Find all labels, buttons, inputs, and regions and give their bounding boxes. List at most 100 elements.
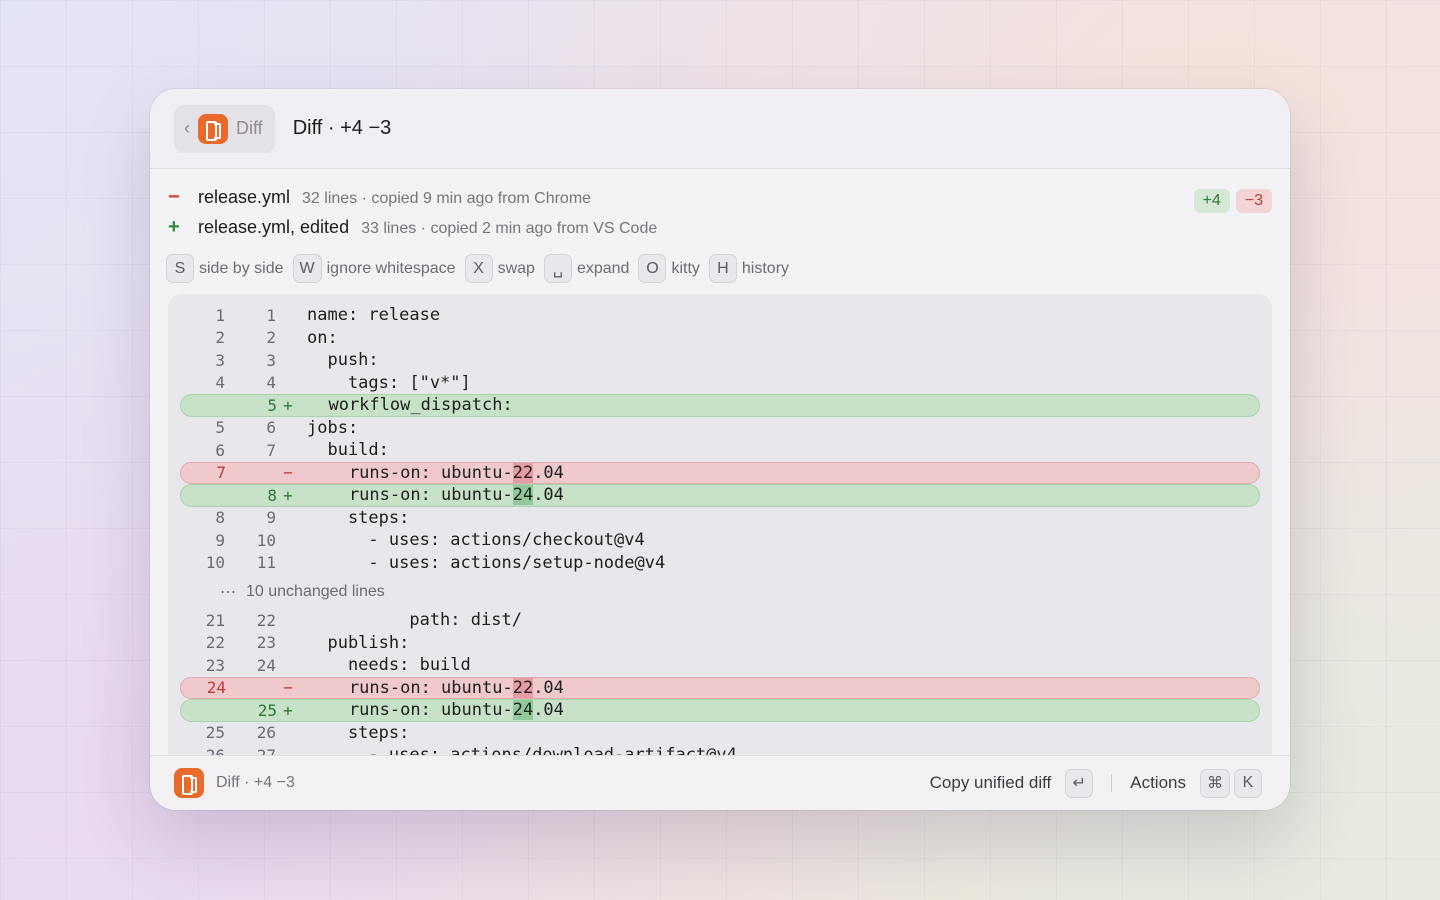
code-text-suffix: .04 bbox=[533, 485, 564, 506]
shortcut-key-kitty[interactable]: O bbox=[638, 254, 667, 283]
footer: Diff · +4 −3 Copy unified diff ↵ Actions… bbox=[150, 755, 1290, 810]
code-text: on: bbox=[307, 327, 338, 348]
old-file-row: − release.yml 32 lines · copied 9 min ag… bbox=[166, 186, 1272, 216]
code-text: runs-on: ubuntu-22.04 bbox=[308, 677, 564, 698]
diff-row-added[interactable]: 5 + workflow_dispatch: bbox=[180, 394, 1260, 417]
new-line-number: 1 bbox=[266, 305, 276, 325]
diff-row[interactable]: 2 2 on: bbox=[180, 327, 1260, 350]
new-file-meta: 33 lines · copied 2 min ago from VS Code bbox=[361, 220, 658, 237]
file-info: − release.yml 32 lines · copied 9 min ag… bbox=[166, 186, 1272, 246]
shortcut-label-swap[interactable]: swap bbox=[498, 260, 535, 278]
new-line-number: 2 bbox=[266, 328, 276, 348]
code-text-suffix: .04 bbox=[533, 677, 564, 698]
collapsed-lines-button[interactable]: ⋯ 10 unchanged lines bbox=[180, 574, 1260, 609]
old-line-number: 4 bbox=[215, 373, 225, 393]
shortcut-label-side-by-side[interactable]: side by side bbox=[199, 260, 284, 278]
old-file-meta: 32 lines · copied 9 min ago from Chrome bbox=[302, 190, 592, 207]
ellipsis-icon: ⋯ bbox=[220, 583, 236, 601]
code-text: path: dist/ bbox=[307, 610, 522, 631]
shortcut-label-expand[interactable]: expand bbox=[577, 260, 630, 278]
diff-row-removed[interactable]: 24 − runs-on: ubuntu-22.04 bbox=[180, 676, 1260, 699]
code-text: build: bbox=[307, 440, 389, 461]
code-text: jobs: bbox=[307, 417, 359, 438]
diff-row-added[interactable]: 25 + runs-on: ubuntu-24.04 bbox=[180, 699, 1260, 722]
new-line-number: 24 bbox=[256, 655, 276, 675]
code-text: - uses: actions/setup-node@v4 bbox=[307, 552, 666, 573]
old-line-number: 6 bbox=[215, 440, 225, 460]
new-line-number: 4 bbox=[266, 373, 276, 393]
new-line-number: 7 bbox=[266, 440, 276, 460]
shortcut-bar: S side by side W ignore whitespace X swa… bbox=[166, 254, 793, 283]
old-line-number: 24 bbox=[206, 678, 226, 698]
chevron-left-icon: ‹ bbox=[184, 118, 190, 138]
old-line-number: 22 bbox=[205, 633, 225, 653]
code-text: - uses: actions/checkout@v4 bbox=[307, 530, 645, 551]
diff-row[interactable]: 23 24 needs: build bbox=[180, 654, 1260, 677]
plus-icon: + bbox=[168, 216, 180, 238]
new-line-number: 3 bbox=[266, 350, 276, 370]
old-line-number: 21 bbox=[205, 610, 225, 630]
shortcut-key-swap[interactable]: X bbox=[464, 254, 493, 283]
deletions-badge: −3 bbox=[1235, 189, 1272, 213]
diff-row[interactable]: 8 9 steps: bbox=[180, 507, 1260, 530]
shortcut-label-kitty[interactable]: kitty bbox=[671, 260, 699, 278]
old-line-number: 3 bbox=[215, 350, 225, 370]
old-line-number: 7 bbox=[216, 463, 226, 483]
code-text: steps: bbox=[307, 507, 410, 528]
diff-row-removed[interactable]: 7 − runs-on: ubuntu-22.04 bbox=[180, 461, 1260, 484]
old-line-number: 5 bbox=[215, 418, 225, 438]
old-line-number: 25 bbox=[205, 723, 225, 743]
diff-row-added[interactable]: 8 + runs-on: ubuntu-24.04 bbox=[180, 484, 1260, 507]
code-text-prefix: runs-on: ubuntu- bbox=[308, 677, 513, 698]
diff-app-icon bbox=[174, 768, 204, 798]
k-key[interactable]: K bbox=[1234, 768, 1262, 798]
additions-badge: +4 bbox=[1193, 189, 1230, 213]
new-line-number: 10 bbox=[256, 530, 276, 550]
old-file-name: release.yml bbox=[198, 187, 291, 207]
new-line-number: 25 bbox=[257, 700, 277, 720]
new-line-number: 11 bbox=[256, 553, 276, 573]
new-line-number: 5 bbox=[267, 395, 277, 415]
new-file-row: + release.yml, edited 33 lines · copied … bbox=[166, 216, 1272, 246]
code-text-prefix: runs-on: ubuntu- bbox=[308, 462, 513, 483]
diff-view[interactable]: 1 1 name: release 2 2 on: 3 3 push: 4 4 tags: ["v… bbox=[168, 294, 1272, 756]
changed-token: 22 bbox=[512, 462, 534, 483]
diff-row[interactable]: 4 4 tags: ["v*"] bbox=[180, 372, 1260, 395]
shortcut-key-history[interactable]: H bbox=[708, 254, 737, 283]
diff-row[interactable]: 5 6 jobs: bbox=[180, 417, 1260, 440]
diff-row[interactable]: 3 3 push: bbox=[180, 349, 1260, 372]
new-line-number: 26 bbox=[256, 723, 276, 743]
new-line-number: 6 bbox=[266, 418, 276, 438]
back-button-label: Diff bbox=[236, 118, 263, 138]
diff-row[interactable]: 21 22 path: dist/ bbox=[180, 609, 1260, 632]
diff-row[interactable]: 25 26 steps: bbox=[180, 722, 1260, 745]
old-line-number: 8 bbox=[215, 508, 225, 528]
page-title: Diff · +4 −3 bbox=[292, 117, 392, 139]
diff-row[interactable]: 10 11 - uses: actions/setup-node@v4 bbox=[180, 552, 1260, 575]
code-text: steps: bbox=[307, 722, 410, 743]
command-key-icon[interactable]: ⌘ bbox=[1200, 768, 1230, 798]
minus-icon: − bbox=[168, 186, 180, 208]
old-line-number: 1 bbox=[215, 305, 225, 325]
old-line-number: 23 bbox=[205, 655, 225, 675]
copy-unified-diff-button[interactable]: Copy unified diff bbox=[930, 773, 1052, 793]
new-line-number: 22 bbox=[256, 610, 276, 630]
return-key-icon[interactable]: ↵ bbox=[1065, 768, 1094, 798]
diff-row[interactable]: 1 1 name: release bbox=[180, 304, 1260, 327]
diff-row[interactable]: 22 23 publish: bbox=[180, 632, 1260, 655]
actions-button[interactable]: Actions bbox=[1130, 773, 1186, 793]
shortcut-key-expand[interactable]: ␣ bbox=[543, 254, 572, 283]
shortcut-label-history[interactable]: history bbox=[742, 260, 789, 278]
new-line-number: 9 bbox=[266, 508, 276, 528]
shortcut-key-side-by-side[interactable]: S bbox=[166, 254, 194, 283]
code-text: runs-on: ubuntu-24.04 bbox=[308, 485, 564, 506]
old-line-number: 10 bbox=[205, 553, 225, 573]
change-badges: +4 −3 bbox=[1193, 189, 1272, 213]
code-text: name: release bbox=[307, 305, 441, 326]
shortcut-label-ignore-whitespace[interactable]: ignore whitespace bbox=[327, 260, 456, 278]
diff-row[interactable]: 9 10 - uses: actions/checkout@v4 bbox=[180, 529, 1260, 552]
diff-row[interactable]: 6 7 build: bbox=[180, 439, 1260, 462]
shortcut-key-ignore-whitespace[interactable]: W bbox=[292, 254, 322, 283]
code-text: publish: bbox=[307, 632, 410, 653]
back-button[interactable]: ‹ Diff bbox=[174, 104, 275, 153]
